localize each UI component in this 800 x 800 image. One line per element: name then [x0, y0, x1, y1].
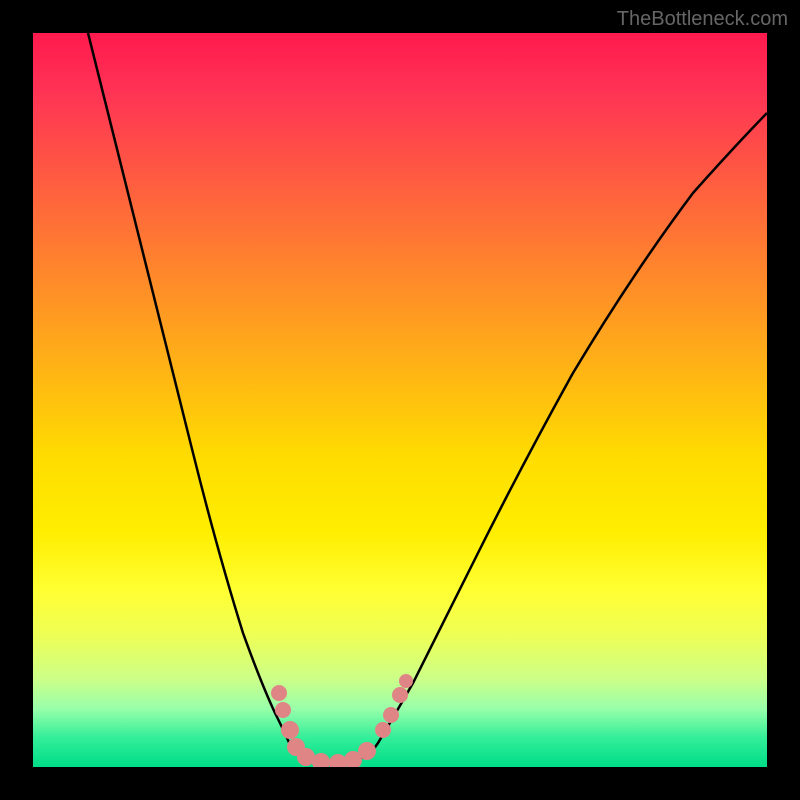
watermark-text: TheBottleneck.com — [617, 8, 788, 31]
marker-dot — [375, 722, 391, 738]
curve-right-branch — [371, 113, 767, 753]
marker-dot — [281, 721, 299, 739]
chart-frame: TheBottleneck.com — [0, 0, 800, 800]
marker-dot — [383, 707, 399, 723]
curve-left-branch — [88, 33, 295, 753]
marker-dot — [358, 742, 376, 760]
marker-dot — [271, 685, 287, 701]
marker-dot — [392, 687, 408, 703]
bottleneck-curve — [33, 33, 767, 767]
marker-dot — [275, 702, 291, 718]
marker-dot — [399, 674, 413, 688]
